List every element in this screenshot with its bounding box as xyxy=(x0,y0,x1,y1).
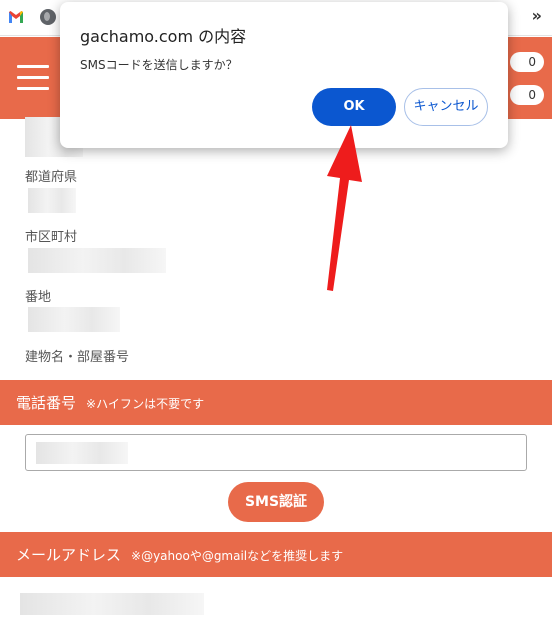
cancel-button[interactable]: キャンセル xyxy=(404,88,488,126)
ok-button[interactable]: OK xyxy=(312,88,396,126)
email-section-title: メールアドレス xyxy=(16,546,122,564)
building-label: 建物名・部屋番号 xyxy=(25,350,130,365)
blurred-email-value xyxy=(20,593,204,615)
sms-verify-button[interactable]: SMS認証 xyxy=(228,482,324,522)
confirm-dialog: gachamo.com の内容 SMSコードを送信しますか？ OK キャンセル xyxy=(60,2,508,148)
blurred-phone-value xyxy=(36,442,128,464)
city-label: 市区町村 xyxy=(25,230,78,245)
dialog-title: gachamo.com の内容 xyxy=(80,27,247,46)
phone-section-title: 電話番号 xyxy=(16,394,77,412)
menu-icon[interactable] xyxy=(17,65,49,91)
phone-input[interactable] xyxy=(25,434,527,471)
phone-section-header: 電話番号 ※ハイフンは不要です xyxy=(0,380,552,425)
blurred-prefecture-value xyxy=(28,188,76,213)
header-counter-2[interactable]: 0 xyxy=(510,85,544,105)
prefecture-label: 都道府県 xyxy=(25,170,78,185)
email-section-note: ※@yahooや@gmailなどを推奨します xyxy=(131,549,344,563)
globe-icon[interactable] xyxy=(40,9,56,25)
street-label: 番地 xyxy=(25,290,52,305)
header-counter-1[interactable]: 0 xyxy=(510,52,544,72)
blurred-street-value xyxy=(28,307,120,332)
blurred-city-value xyxy=(28,248,166,273)
dialog-message: SMSコードを送信しますか？ xyxy=(80,58,238,72)
email-section-header: メールアドレス ※@yahooや@gmailなどを推奨します xyxy=(0,532,552,577)
more-bookmarks-icon[interactable]: » xyxy=(532,6,542,25)
phone-section-note: ※ハイフンは不要です xyxy=(86,397,205,411)
gmail-icon[interactable] xyxy=(8,10,24,24)
